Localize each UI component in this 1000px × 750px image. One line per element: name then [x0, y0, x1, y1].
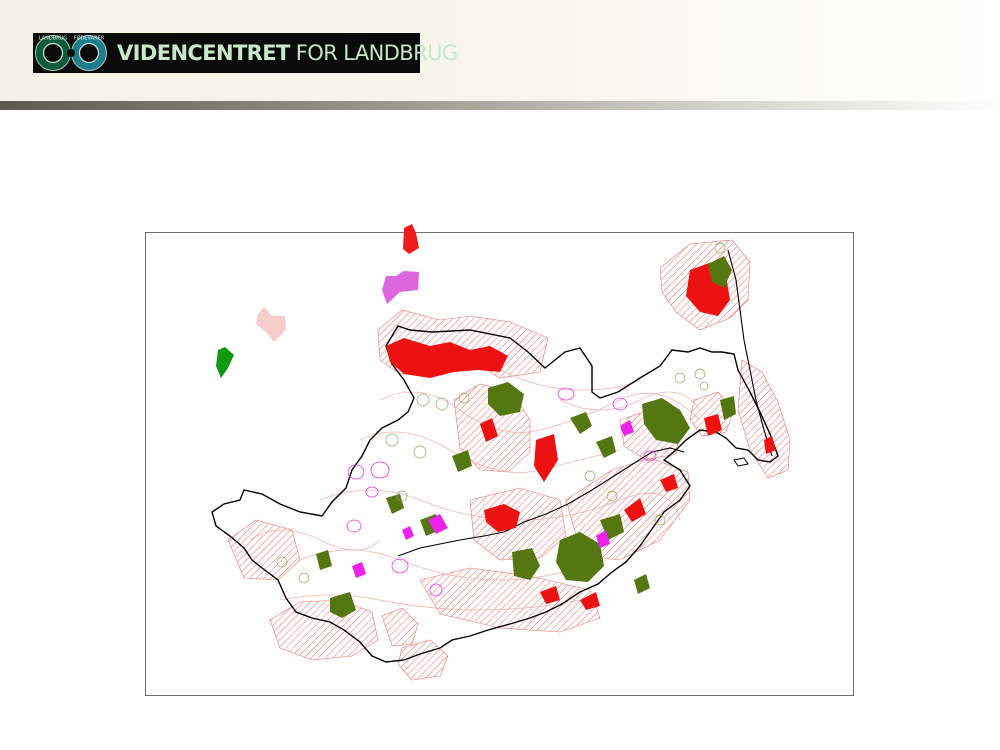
islet [733, 457, 749, 467]
legend-swatch-red [403, 224, 419, 254]
legend-swatch-pink [256, 307, 286, 342]
map-canvas [211, 224, 791, 681]
legend-swatch-green [216, 347, 234, 378]
legend-swatch-magenta [382, 271, 419, 304]
